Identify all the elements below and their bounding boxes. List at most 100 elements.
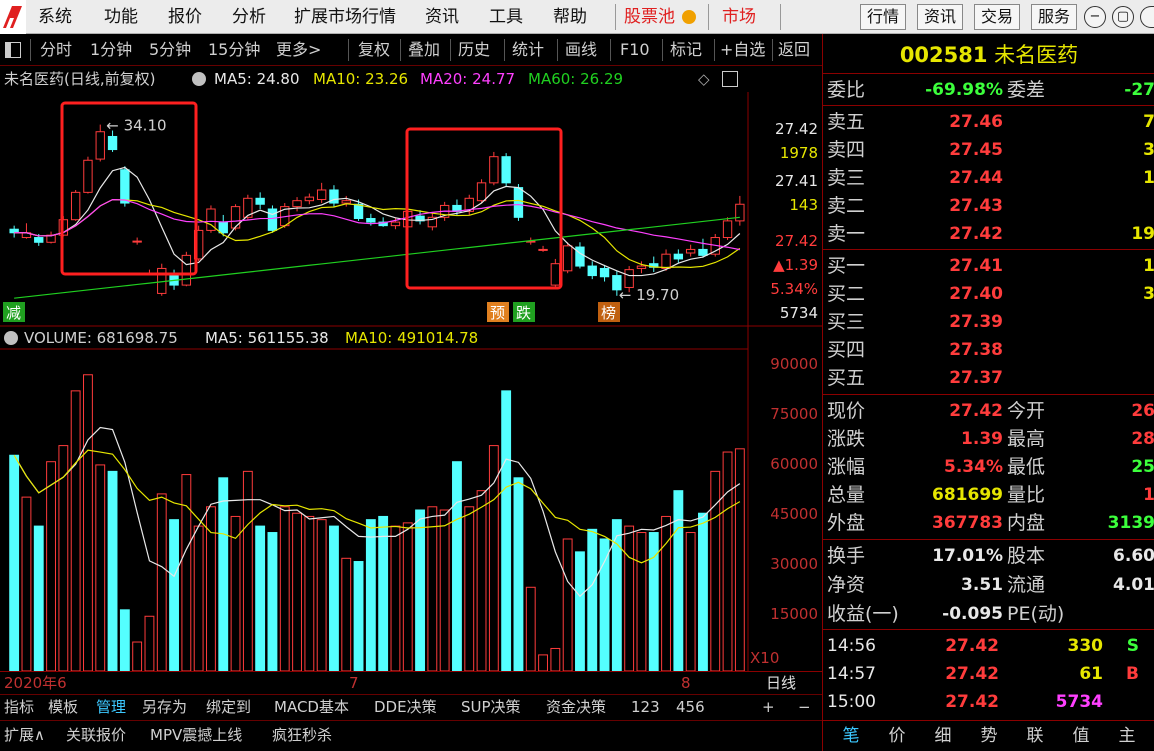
tab-extend[interactable]: 扩展∧ xyxy=(4,721,45,747)
tab-more[interactable]: 更多> xyxy=(276,34,321,66)
volume-bar xyxy=(476,490,487,672)
right-tab-3[interactable]: 势 xyxy=(969,721,1009,751)
buy-label: 买三 xyxy=(827,311,866,333)
sell-label: 卖三 xyxy=(827,167,866,189)
zoom-out-button[interactable]: − xyxy=(798,695,811,721)
menu-analysis[interactable]: 分析 xyxy=(232,0,266,34)
volume-bar xyxy=(83,374,93,672)
menu-function[interactable]: 功能 xyxy=(104,0,138,34)
menu-stock-pool[interactable]: 股票池 xyxy=(624,0,675,34)
back-button[interactable]: 返回 xyxy=(778,34,810,66)
tab-manage[interactable]: 管理 xyxy=(96,695,126,721)
tab-456[interactable]: 456 xyxy=(676,695,705,721)
tab-bind-to[interactable]: 绑定到 xyxy=(206,695,251,721)
volume-bar xyxy=(242,470,253,672)
right-tab-1[interactable]: 价 xyxy=(877,721,917,751)
close-icon[interactable] xyxy=(1140,6,1154,28)
fundamental-value: 17.01% xyxy=(932,546,1003,566)
fundamental-label: 股本 xyxy=(1007,545,1046,567)
maximize-icon[interactable]: ▢ xyxy=(1112,6,1134,28)
tab-sup[interactable]: SUP决策 xyxy=(461,695,521,721)
sell-row: 卖一 27.42 19 xyxy=(823,220,1154,248)
news-button[interactable]: 资讯 xyxy=(917,4,963,30)
candle xyxy=(353,203,364,220)
panel-toggle-icon[interactable] xyxy=(5,42,21,58)
candle xyxy=(550,263,561,286)
tab-15min[interactable]: 15分钟 xyxy=(208,34,260,66)
tab-5min[interactable]: 5分钟 xyxy=(149,34,191,66)
volume-dropdown-icon[interactable] xyxy=(4,331,18,345)
tab-timeshare[interactable]: 分时 xyxy=(40,34,72,66)
adjust-button[interactable]: 复权 xyxy=(358,34,390,66)
diamond-icon[interactable]: ◇ xyxy=(698,66,710,92)
mark-button[interactable]: 标记 xyxy=(670,34,702,66)
tab-capital[interactable]: 资金决策 xyxy=(546,695,606,721)
zoom-in-button[interactable]: + xyxy=(762,695,775,721)
tick-price: 27.42 xyxy=(945,664,999,684)
dropdown-icon[interactable] xyxy=(192,72,206,86)
tab-mpv[interactable]: MPV震撼上线 xyxy=(150,721,242,747)
trade-button[interactable]: 交易 xyxy=(974,4,1020,30)
f10-button[interactable]: F10 xyxy=(620,34,650,66)
tab-related-quote[interactable]: 关联报价 xyxy=(66,721,126,747)
quote-value: 367783 xyxy=(932,513,1003,533)
ma20-label: MA20: 24.77 xyxy=(420,70,516,88)
menu-tools[interactable]: 工具 xyxy=(489,0,523,34)
volume-bar xyxy=(144,615,155,672)
right-tab-2[interactable]: 细 xyxy=(923,721,963,751)
stock-header: 002581 未名医药 xyxy=(823,40,1154,70)
service-button[interactable]: 服务 xyxy=(1031,4,1077,30)
tab-123[interactable]: 123 xyxy=(631,695,660,721)
volume-bar xyxy=(673,490,684,672)
minimize-icon[interactable]: − xyxy=(1084,6,1106,28)
fundamental-value: 4.01 xyxy=(1113,575,1154,595)
volume-bar xyxy=(156,493,167,672)
tab-save-as[interactable]: 另存为 xyxy=(142,695,187,721)
quote-value: 681699 xyxy=(932,485,1003,505)
tab-flash-sale[interactable]: 疯狂秒杀 xyxy=(272,721,332,747)
menu-news[interactable]: 资讯 xyxy=(425,0,459,34)
buy-price: 27.37 xyxy=(949,368,1003,388)
tab-indicator[interactable]: 指标 xyxy=(4,695,34,721)
ma60-label: MA60: 26.29 xyxy=(528,70,624,88)
menu-ext-market[interactable]: 扩展市场行情 xyxy=(294,0,396,34)
kline-chart[interactable]: ← 34.10 ← 19.70 减 预跌 榜 xyxy=(0,92,822,694)
chart-title: 未名医药(日线,前复权) xyxy=(4,70,156,88)
tab-template[interactable]: 模板 xyxy=(48,695,78,721)
add-watchlist-button[interactable]: +自选 xyxy=(720,34,765,66)
right-tab-0[interactable]: 笔 xyxy=(831,721,871,751)
indicator-tabs: 指标 模板 管理 另存为 绑定到 MACD基本 DDE决策 SUP决策 资金决策… xyxy=(0,694,822,720)
menu-market[interactable]: 市场 xyxy=(722,0,756,34)
fundamental-value: -0.095 xyxy=(942,604,1003,624)
sell-price: 27.46 xyxy=(949,112,1003,132)
buy-price: 27.40 xyxy=(949,284,1003,304)
quote-button[interactable]: 行情 xyxy=(860,4,906,30)
extension-tabs: 扩展∧ 关联报价 MPV震撼上线 疯狂秒杀 xyxy=(0,720,822,751)
candle xyxy=(501,156,511,184)
quote-value: 1.39 xyxy=(961,429,1003,449)
right-tab-6[interactable]: 主 xyxy=(1107,721,1147,751)
volume-bar xyxy=(587,528,598,672)
period-label[interactable]: 日线 xyxy=(766,672,796,694)
menu-help[interactable]: 帮助 xyxy=(553,0,587,34)
weicha-value: -27 xyxy=(1124,80,1154,100)
candle xyxy=(390,221,401,227)
menu-system[interactable]: 系统 xyxy=(38,0,72,34)
right-tab-4[interactable]: 联 xyxy=(1015,721,1055,751)
expand-icon[interactable] xyxy=(722,71,738,87)
overlay-button[interactable]: 叠加 xyxy=(408,34,440,66)
draw-button[interactable]: 画线 xyxy=(565,34,597,66)
notify-icon xyxy=(682,10,696,24)
buy-row: 买二 27.40 3 xyxy=(823,280,1154,308)
tab-macd[interactable]: MACD基本 xyxy=(274,695,349,721)
stats-button[interactable]: 统计 xyxy=(512,34,544,66)
right-tab-5[interactable]: 值 xyxy=(1061,721,1101,751)
tick-time: 14:56 xyxy=(827,636,876,656)
tab-dde[interactable]: DDE决策 xyxy=(374,695,437,721)
volume-bar xyxy=(698,512,708,672)
quote-value: 1 xyxy=(1143,485,1154,505)
menu-quote[interactable]: 报价 xyxy=(168,0,202,34)
weicha-label: 委差 xyxy=(1007,79,1046,101)
tab-1min[interactable]: 1分钟 xyxy=(90,34,132,66)
history-button[interactable]: 历史 xyxy=(458,34,490,66)
